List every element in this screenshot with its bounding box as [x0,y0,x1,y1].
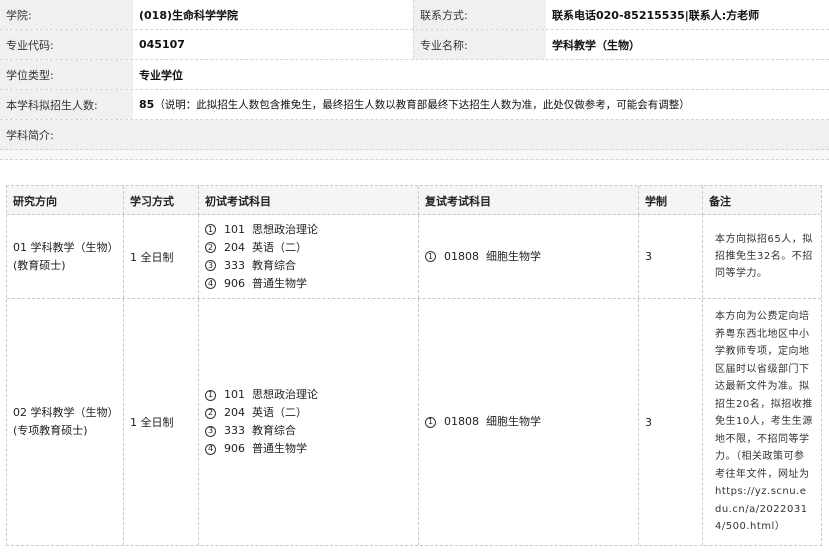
first-exam-cell: 1 101 思想政治理论 2 204 英语（二） 3 333 教育综合 4 906 普通生物学 [199,299,419,545]
info-row-degree: 学位类型: 专业学位 [0,60,829,90]
contact-label: 联系方式: [413,0,546,29]
header-years: 学制 [639,186,703,215]
retest-cell: 1 01808 细胞生物学 [419,215,639,298]
circled-number: 1 [205,389,216,401]
table-header: 研究方向 学习方式 初试考试科目 复试考试科目 学制 备注 [7,186,821,215]
subject-code: 906 [224,442,245,455]
circled-number: 3 [205,260,216,271]
info-row-intro: 学科简介: [0,120,829,150]
remark-text: 本方向拟招65人，拟招推免生32名。不招同等学力。 [715,234,813,279]
degree-type-label: 学位类型: [0,60,133,89]
college-label: 学院: [0,0,133,29]
subject-name: 英语（二） [252,406,307,419]
exam-subject: 3 333 教育综合 [205,422,318,440]
subject-name: 思想政治理论 [252,388,318,401]
exam-subject: 1 101 思想政治理论 [205,221,318,239]
subject-code: 204 [224,240,245,254]
circled-number: 1 [425,416,436,428]
subject-code: 333 [224,258,245,272]
years-cell: 3 [639,299,703,545]
subject-code: 906 [224,276,245,290]
header-remark: 备注 [709,194,731,208]
circled-number: 1 [205,224,216,235]
retest-cell: 1 01808 细胞生物学 [419,299,639,545]
info-row-college: 学院: (018)生命科学学院 联系方式: 联系电话020-85215535|联… [0,0,829,30]
direction-cell: 01 学科教学（生物） (教育硕士) [7,215,124,298]
enroll-note: （说明：此拟招生人数包含推免生，最终招生人数以教育部最终下达招生人数为准，此处仅… [154,99,690,111]
subject-code: 101 [224,388,245,401]
header-direction: 研究方向 [7,186,124,215]
subject-name: 普通生物学 [252,442,307,455]
subject-code: 204 [224,406,245,419]
subject-name: 教育综合 [252,258,296,272]
direction-type: (专项教育硕士) [13,424,88,437]
subject-code: 01808 [444,415,479,428]
mode-cell: 1 全日制 [124,215,199,298]
first-exam-cell: 1 101 思想政治理论 2 204 英语（二） 3 333 教育综合 4 906 普通生物学 [199,215,419,298]
header-retest: 复试考试科目 [419,186,639,215]
direction-name: 02 学科教学（生物） [13,406,119,419]
subject-name: 普通生物学 [252,276,307,290]
exam-subject: 4 906 普通生物学 [205,275,318,293]
years-cell: 3 [639,215,703,298]
remark-cell: 本方向拟招65人，拟招推免生32名。不招同等学力。 [703,215,821,298]
circled-number: 1 [425,251,436,262]
college-value: (018)生命科学学院 [133,0,413,29]
table-row: 02 学科教学（生物） (专项教育硕士) 1 全日制 1 101 思想政治理论 22… [7,299,821,545]
major-code-value: 045107 [133,30,413,59]
exam-subject: 2 204 英语（二） [205,239,318,257]
subject-name: 英语（二） [252,240,307,254]
direction-type: (教育硕士) [13,258,66,272]
major-name-label: 专业名称: [413,30,546,59]
major-code-label: 专业代码: [0,30,133,59]
contact-value: 联系电话020-85215535|联系人:方老师 [546,0,829,29]
remark-text: 本方向为公费定向培养粤东西北地区中小学教师专项，定向地区届时以省级部门下达最新文… [715,311,813,533]
info-row-major: 专业代码: 045107 专业名称: 学科教学（生物） [0,30,829,60]
remark-cell: 本方向为公费定向培养粤东西北地区中小学教师专项，定向地区届时以省级部门下达最新文… [703,299,821,545]
mode-cell: 1 全日制 [124,299,199,545]
subject-name: 思想政治理论 [252,222,318,236]
circled-number: 4 [205,443,216,455]
header-first-exam: 初试考试科目 [199,186,419,215]
subject-name: 细胞生物学 [486,249,541,263]
direction-name: 01 学科教学（生物） [13,240,119,254]
subject-name: 教育综合 [252,424,296,437]
info-row-enroll: 本学科拟招生人数: 85 （说明：此拟招生人数包含推免生，最终招生人数以教育部最… [0,90,829,120]
exam-subject: 1 101 思想政治理论 [205,386,318,404]
intro-label: 学科简介: [0,120,133,149]
circled-number: 2 [205,407,216,419]
circled-number: 4 [205,278,216,289]
program-table: 研究方向 学习方式 初试考试科目 复试考试科目 学制 备注 01 学科教学（生物… [6,185,822,546]
exam-subject: 3 333 教育综合 [205,257,318,275]
subject-code: 333 [224,424,245,437]
subject-name: 细胞生物学 [486,415,541,428]
section-divider [0,150,829,160]
major-name-value: 学科教学（生物） [546,30,829,59]
table-row: 01 学科教学（生物） (教育硕士) 1 全日制 1 101 思想政治理论 2 204… [7,215,821,299]
exam-subject: 2 204 英语（二） [205,404,318,422]
enroll-count: 85 [139,98,155,111]
direction-cell: 02 学科教学（生物） (专项教育硕士) [7,299,124,545]
circled-number: 3 [205,425,216,437]
exam-subject: 4 906 普通生物学 [205,440,318,458]
enroll-value: 85 （说明：此拟招生人数包含推免生，最终招生人数以教育部最终下达招生人数为准，… [133,90,829,119]
subject-code: 01808 [444,249,479,263]
subject-code: 101 [224,222,245,236]
circled-number: 2 [205,242,216,253]
degree-type-value: 专业学位 [133,60,829,89]
header-mode: 学习方式 [124,186,199,215]
enroll-label: 本学科拟招生人数: [0,90,133,119]
